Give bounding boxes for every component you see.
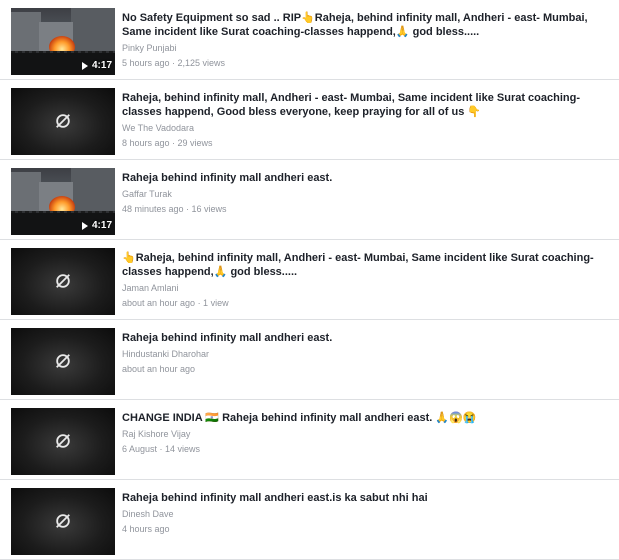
- video-duration: 4:17: [81, 220, 112, 231]
- play-icon: [81, 221, 88, 230]
- video-list-item[interactable]: Raheja behind infinity mall andheri east…: [0, 480, 619, 560]
- video-thumbnail[interactable]: 4:17: [11, 168, 115, 235]
- video-list-item[interactable]: Raheja behind infinity mall andheri east…: [0, 320, 619, 400]
- video-meta: about an hour ago · 1 view: [122, 298, 229, 308]
- channel-name[interactable]: Pinky Punjabi: [122, 42, 609, 54]
- eye-slash-icon: [56, 434, 70, 448]
- video-meta: 8 hours ago · 29 views: [122, 138, 213, 148]
- channel-name[interactable]: We The Vadodara: [122, 122, 609, 134]
- video-meta: 48 minutes ago · 16 views: [122, 204, 227, 214]
- eye-slash-icon: [56, 514, 70, 528]
- video-duration: 4:17: [81, 60, 112, 71]
- duration-label: 4:17: [91, 220, 112, 231]
- video-meta: 4 hours ago: [122, 524, 170, 534]
- video-title[interactable]: No Safety Equipment so sad .. RIP👆Raheja…: [122, 11, 609, 39]
- channel-name[interactable]: Hindustanki Dharohar: [122, 348, 609, 360]
- video-title[interactable]: Raheja, behind infinity mall, Andheri - …: [122, 91, 609, 119]
- video-thumbnail[interactable]: 4:17: [11, 8, 115, 75]
- video-thumbnail[interactable]: [11, 88, 115, 155]
- video-list-item[interactable]: 4:17 Raheja behind infinity mall andheri…: [0, 160, 619, 240]
- channel-name[interactable]: Jaman Amlani: [122, 282, 609, 294]
- video-title[interactable]: Raheja behind infinity mall andheri east…: [122, 491, 609, 505]
- duration-label: 4:17: [91, 60, 112, 71]
- eye-slash-icon: [56, 114, 70, 128]
- video-title[interactable]: 👆Raheja, behind infinity mall, Andheri -…: [122, 251, 609, 279]
- channel-name[interactable]: Raj Kishore Vijay: [122, 428, 609, 440]
- video-title[interactable]: Raheja behind infinity mall andheri east…: [122, 331, 609, 345]
- channel-name[interactable]: Dinesh Dave: [122, 508, 609, 520]
- eye-slash-icon: [56, 274, 70, 288]
- video-meta: 5 hours ago · 2,125 views: [122, 58, 226, 68]
- video-thumbnail[interactable]: [11, 328, 115, 395]
- video-meta: about an hour ago: [122, 364, 196, 374]
- video-list-item[interactable]: Raheja, behind infinity mall, Andheri - …: [0, 80, 619, 160]
- play-icon: [81, 61, 88, 70]
- video-meta: 6 August · 14 views: [122, 444, 201, 454]
- eye-slash-icon: [56, 354, 70, 368]
- video-thumbnail[interactable]: [11, 408, 115, 475]
- video-list-item[interactable]: 👆Raheja, behind infinity mall, Andheri -…: [0, 240, 619, 320]
- video-list-item[interactable]: 4:17 No Safety Equipment so sad .. RIP👆R…: [0, 0, 619, 80]
- video-list-item[interactable]: CHANGE INDIA 🇮🇳 Raheja behind infinity m…: [0, 400, 619, 480]
- video-title[interactable]: CHANGE INDIA 🇮🇳 Raheja behind infinity m…: [122, 411, 609, 425]
- video-title[interactable]: Raheja behind infinity mall andheri east…: [122, 171, 609, 185]
- video-thumbnail[interactable]: [11, 248, 115, 315]
- video-thumbnail[interactable]: [11, 488, 115, 555]
- channel-name[interactable]: Gaffar Turak: [122, 188, 609, 200]
